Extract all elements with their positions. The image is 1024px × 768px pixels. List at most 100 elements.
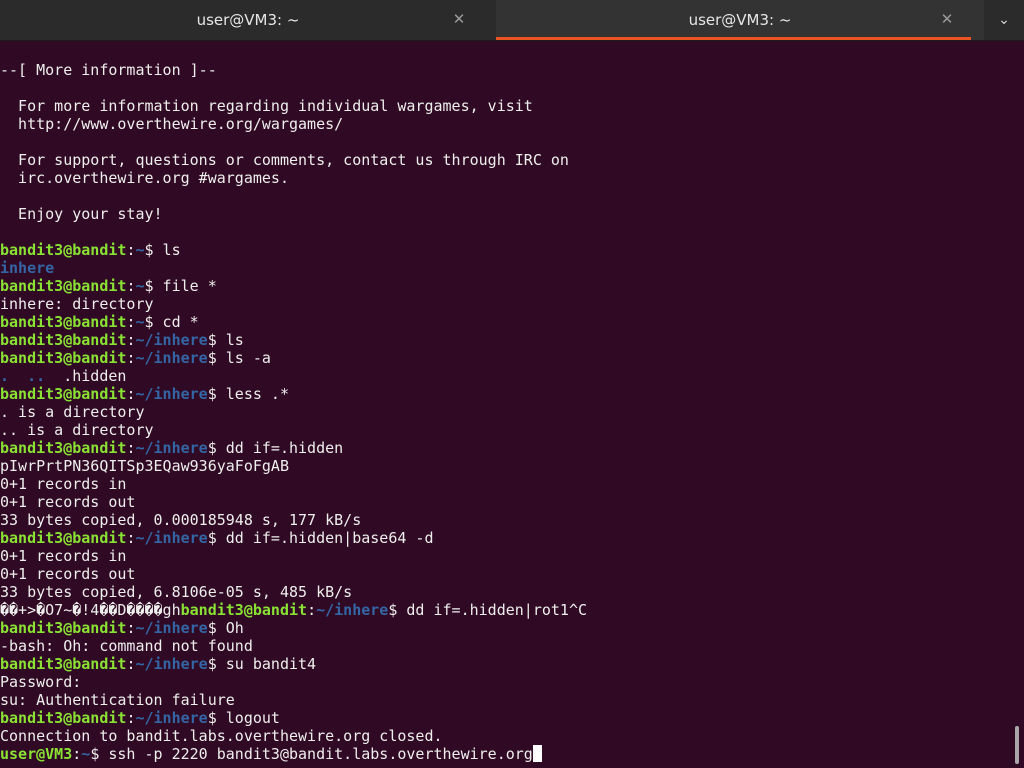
terminal-line: pIwrPrtPN36QITSp3EQaw936yaFoFgAB [0, 457, 1010, 475]
prompt-user: bandit3@bandit [0, 277, 127, 295]
terminal-text: Password: [0, 673, 82, 691]
scrollbar[interactable] [1015, 726, 1019, 764]
terminal-line: bandit3@bandit:~/inhere$ dd if=.hidden|b… [0, 529, 1010, 547]
terminal-output[interactable]: --[ More information ]-- For more inform… [0, 61, 1010, 768]
terminal-text: . is a directory [0, 403, 145, 421]
prompt-user: bandit3@bandit [180, 601, 308, 619]
terminal-line: . .. .hidden [0, 367, 1010, 385]
terminal-line: user@VM3:~$ ssh -p 2220 bandit3@bandit.l… [0, 745, 1010, 763]
terminal-text: For support, questions or comments, cont… [0, 151, 569, 169]
terminal-text: For more information regarding individua… [0, 97, 533, 115]
terminal-text: ��+>�O7~�!4��D����gh [0, 601, 181, 619]
terminal-text: $ logout [207, 709, 280, 727]
prompt-user: bandit3@bandit [0, 385, 127, 403]
tab-terminal-1[interactable]: user@VM3: ~ ✕ [0, 0, 496, 40]
prompt-user: bandit3@bandit [0, 655, 127, 673]
close-icon[interactable]: ✕ [938, 10, 956, 28]
terminal-text: $ cd * [144, 313, 199, 331]
terminal-text: 0+1 records in [0, 547, 127, 565]
tab-title: user@VM3: ~ [688, 11, 792, 29]
prompt-user: bandit3@bandit [0, 709, 127, 727]
terminal-line: -bash: Oh: command not found [0, 637, 1010, 655]
terminal-line: bandit3@bandit:~$ ls [0, 241, 1010, 259]
terminal-text: .hidden [45, 367, 127, 385]
prompt-user: bandit3@bandit [0, 241, 127, 259]
terminal-text: 33 bytes copied, 6.8106e-05 s, 485 kB/s [0, 583, 353, 601]
terminal-text: $ less .* [207, 385, 289, 403]
terminal-text: 33 bytes copied, 0.000185948 s, 177 kB/s [0, 511, 362, 529]
terminal-text: $ su bandit4 [207, 655, 317, 673]
terminal-text: inhere: directory [0, 295, 154, 313]
tab-title: user@VM3: ~ [196, 11, 300, 29]
tab-bar: user@VM3: ~ ✕ user@VM3: ~ ✕ ⌄ [0, 0, 1024, 41]
prompt-path: ~/inhere [135, 655, 208, 673]
terminal-line: 33 bytes copied, 0.000185948 s, 177 kB/s [0, 511, 1010, 529]
terminal-line: Password: [0, 673, 1010, 691]
terminal-text: $ ssh -p 2220 bandit3@bandit.labs.overth… [90, 745, 533, 763]
terminal-text: $ file * [144, 277, 217, 295]
prompt-path: ~/inhere [135, 331, 208, 349]
terminal-text: http://www.overthewire.org/wargames/ [0, 115, 344, 133]
prompt-path: ~ [81, 745, 91, 763]
prompt-path: ~ [135, 313, 145, 331]
terminal-line: . is a directory [0, 403, 1010, 421]
terminal-line: .. is a directory [0, 421, 1010, 439]
terminal-line: su: Authentication failure [0, 691, 1010, 709]
terminal-text: .. is a directory [0, 421, 154, 439]
terminal-cursor [532, 745, 542, 762]
terminal-line: bandit3@bandit:~/inhere$ su bandit4 [0, 655, 1010, 673]
prompt-path: ~/inhere [135, 349, 208, 367]
prompt-user: bandit3@bandit [0, 439, 127, 457]
terminal-line: 0+1 records out [0, 565, 1010, 583]
terminal-text: -bash: Oh: command not found [0, 637, 253, 655]
terminal-text: $ ls [144, 241, 181, 259]
terminal-line: bandit3@bandit:~$ cd * [0, 313, 1010, 331]
directory-name: .. [27, 367, 46, 385]
terminal-line: 0+1 records in [0, 475, 1010, 493]
terminal-text: $ ls -a [207, 349, 271, 367]
terminal-text: $ dd if=.hidden|base64 -d [207, 529, 434, 547]
terminal-line: bandit3@bandit:~/inhere$ ls [0, 331, 1010, 349]
terminal-line: inhere [0, 259, 1010, 277]
terminal-line: Connection to bandit.labs.overthewire.or… [0, 727, 1010, 745]
terminal-line: bandit3@bandit:~/inhere$ Oh [0, 619, 1010, 637]
terminal-line: inhere: directory [0, 295, 1010, 313]
terminal-line: --[ More information ]-- [0, 61, 1010, 79]
prompt-path: ~/inhere [316, 601, 389, 619]
terminal-line: For more information regarding individua… [0, 97, 1010, 115]
tab-menu-button[interactable]: ⌄ [984, 0, 1024, 40]
terminal-line: bandit3@bandit:~/inhere$ dd if=.hidden [0, 439, 1010, 457]
prompt-path: ~/inhere [135, 529, 208, 547]
terminal-line: 0+1 records in [0, 547, 1010, 565]
terminal-text: $ ls [207, 331, 244, 349]
terminal-line: bandit3@bandit:~$ file * [0, 277, 1010, 295]
tab-terminal-2[interactable]: user@VM3: ~ ✕ [496, 0, 984, 40]
terminal-text: irc.overthewire.org #wargames. [0, 169, 289, 187]
terminal-text: 0+1 records out [0, 565, 136, 583]
prompt-path: ~/inhere [135, 439, 208, 457]
terminal-line: For support, questions or comments, cont… [0, 151, 1010, 169]
prompt-path: ~/inhere [135, 709, 208, 727]
prompt-user: bandit3@bandit [0, 529, 127, 547]
terminal-line: Enjoy your stay! [0, 205, 1010, 223]
terminal-text: $ dd if=.hidden|rot1^C [388, 601, 588, 619]
prompt-path: ~ [135, 241, 145, 259]
terminal-text: Enjoy your stay! [0, 205, 163, 223]
terminal-text: $ dd if=.hidden [207, 439, 344, 457]
terminal-text: --[ More information ]-- [0, 61, 217, 79]
terminal-line: 33 bytes copied, 6.8106e-05 s, 485 kB/s [0, 583, 1010, 601]
prompt-user: bandit3@bandit [0, 619, 127, 637]
terminal-text: pIwrPrtPN36QITSp3EQaw936yaFoFgAB [0, 457, 289, 475]
close-icon[interactable]: ✕ [450, 10, 468, 28]
terminal-text: $ Oh [207, 619, 244, 637]
terminal-line: bandit3@bandit:~/inhere$ logout [0, 709, 1010, 727]
prompt-path: ~ [135, 277, 145, 295]
chevron-down-icon: ⌄ [998, 12, 1010, 28]
directory-name: inhere [0, 259, 55, 277]
terminal-text: : [72, 745, 82, 763]
